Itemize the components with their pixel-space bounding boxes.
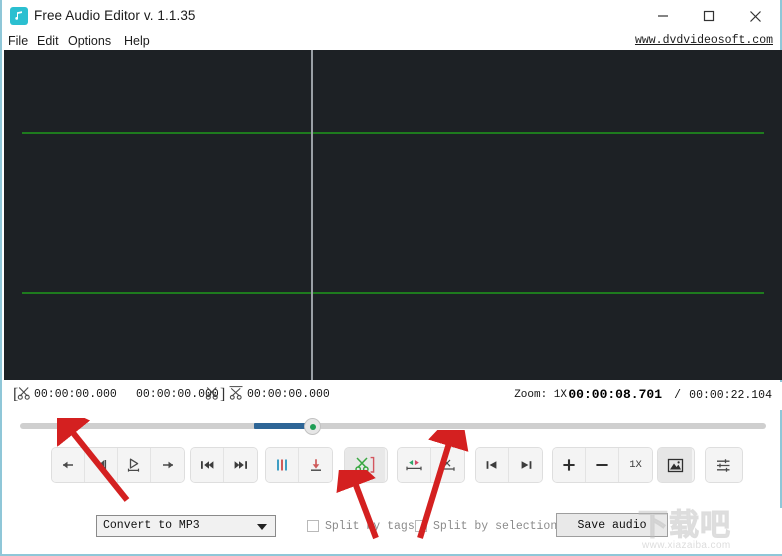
cursor-time: 00:00:00.000 [247,388,330,401]
jump-to-start-button[interactable] [476,448,509,482]
equalizer-button-group [705,447,743,483]
edge-jump-button-group [475,447,543,483]
transport-toolbar: 1X [4,444,782,486]
menu-item-edit[interactable]: Edit [37,32,59,50]
checkbox-box[interactable] [415,520,427,532]
next-track-button[interactable] [224,448,257,482]
cut-button-group [344,447,388,483]
waveform-channel-right [22,292,764,294]
split-by-tags-label: Split by tags [325,519,415,533]
select-range-button[interactable] [398,448,431,482]
title-bar: Free Audio Editor v. 1.1.35 [2,0,780,32]
minimize-icon[interactable] [640,0,686,32]
goto-start-marker-button[interactable] [85,448,118,482]
close-icon[interactable] [732,0,778,32]
play-button[interactable] [118,448,151,482]
marker-button-group [265,447,333,483]
app-icon [10,7,28,25]
zoom-level-label: Zoom: 1X [514,389,567,401]
add-marker-button[interactable] [299,448,332,482]
markers-button[interactable] [266,448,299,482]
trim-button[interactable] [431,448,464,482]
output-format-select[interactable]: Convert to MP3 [96,515,276,537]
checkbox-box[interactable] [307,520,319,532]
step-back-button[interactable] [52,448,85,482]
menu-item-help[interactable]: Help [124,32,150,50]
menu-item-file[interactable]: File [8,32,28,50]
split-by-selections-label: Split by selections [433,519,565,533]
bottom-bar: Convert to MP3 Split by tags Split by se… [4,508,782,554]
chevron-down-icon [257,524,267,530]
window-title: Free Audio Editor v. 1.1.35 [34,8,196,23]
scissors-icon[interactable] [16,385,36,405]
zoom-out-button[interactable] [586,448,619,482]
settings-sliders-button[interactable] [706,448,740,482]
zoom-reset-label: 1X [629,459,642,471]
split-by-tags-checkbox[interactable]: Split by tags [307,518,415,534]
app-window: Free Audio Editor v. 1.1.35 File Edit Op… [0,0,782,556]
selection-close-bracket: ] [220,386,226,403]
view-button-group [657,447,695,483]
split-by-selections-checkbox[interactable]: Split by selections [415,518,564,534]
step-forward-button[interactable] [151,448,184,482]
jump-to-end-button[interactable] [509,448,542,482]
selection-start-time: 00:00:00.000 [34,388,117,401]
navigation-button-group [51,447,185,483]
total-time-display: 00:00:22.104 [689,389,772,402]
skip-button-group [190,447,258,483]
cut-selection-button[interactable] [345,448,385,482]
timecode-bar: [ 00:00:00.000 00:00:00.000 ] 00:00:00.0… [4,382,782,410]
previous-track-button[interactable] [191,448,224,482]
save-audio-label: Save audio [577,518,647,532]
waveform-display[interactable] [4,50,782,380]
save-audio-button[interactable]: Save audio [556,513,668,537]
current-time-display: 00:00:08.701 [568,387,662,402]
zoom-reset-button[interactable]: 1X [619,448,652,482]
zoom-in-button[interactable] [553,448,586,482]
menu-item-options[interactable]: Options [68,32,111,50]
waveform-channel-left [22,132,764,134]
playhead-cursor[interactable] [311,50,313,380]
time-separator: / [674,389,681,402]
output-format-value: Convert to MP3 [103,519,200,532]
waveform-view-button[interactable] [658,448,692,482]
zoom-button-group: 1X [552,447,653,483]
maximize-icon[interactable] [686,0,732,32]
scissors-cursor-icon[interactable] [228,385,248,405]
selection-button-group [397,447,465,483]
seek-bar[interactable] [4,414,782,438]
website-link[interactable]: www.dvdvideosoft.com [635,34,773,47]
seek-handle[interactable] [304,418,321,435]
seek-track[interactable] [20,423,766,429]
